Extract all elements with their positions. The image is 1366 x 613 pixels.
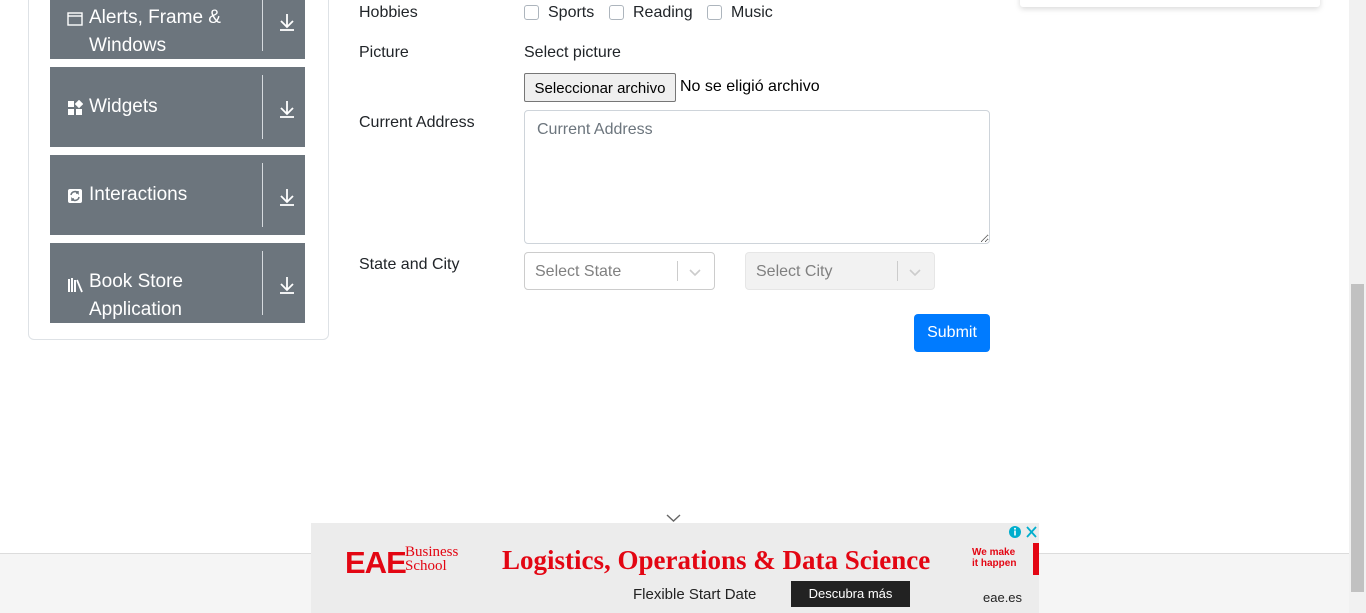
state-select-placeholder: Select State	[535, 263, 622, 280]
divider	[897, 261, 898, 281]
window-icon	[67, 11, 83, 27]
side-card	[1020, 0, 1320, 7]
scrollbar-thumb[interactable]	[1351, 284, 1364, 592]
adchoices-icon[interactable]	[1008, 525, 1038, 539]
current-address-input[interactable]	[524, 110, 990, 244]
page-scrollbar[interactable]	[1349, 0, 1366, 613]
city-select[interactable]: Select City	[745, 252, 935, 290]
ad-headline: Logistics, Operations & Data Science	[502, 545, 931, 575]
reading-label[interactable]: Reading	[633, 4, 693, 22]
ad-tagline: We make it happen	[972, 547, 1016, 569]
download-arrow-icon[interactable]	[278, 12, 296, 32]
choose-file-button[interactable]: Seleccionar archivo	[524, 73, 676, 102]
city-select-placeholder: Select City	[756, 263, 833, 280]
sidebar-group-label: Book Store Application	[89, 271, 183, 320]
ad-cta-button[interactable]: Descubra más	[791, 581, 910, 607]
download-arrow-icon[interactable]	[278, 99, 296, 119]
divider	[262, 0, 263, 51]
ad-subline: Flexible Start Date	[633, 586, 757, 603]
reading-checkbox[interactable]	[609, 5, 624, 20]
sidebar-group-interactions[interactable]: Interactions	[50, 155, 305, 235]
ad-tagline-line: We make	[972, 547, 1016, 558]
ad-tagline-line: it happen	[972, 558, 1017, 569]
submit-button[interactable]: Submit	[914, 314, 990, 352]
interactions-icon	[67, 188, 83, 204]
sports-checkbox[interactable]	[524, 5, 539, 20]
file-status: No se eligió archivo	[680, 78, 820, 95]
picture-hint: Select picture	[524, 44, 621, 61]
divider	[677, 261, 678, 281]
ad-accent-bar	[1033, 543, 1039, 575]
ad-brand-sub-line: School	[405, 558, 447, 574]
ad-brand-logo: EAE	[345, 545, 407, 580]
state-select[interactable]: Select State	[524, 252, 715, 290]
sidebar-group-alerts-frame-windows[interactable]: Alerts, Frame & Windows	[50, 0, 305, 59]
sidebar-group-label: Widgets	[89, 96, 158, 117]
state-city-label: State and City	[359, 256, 460, 273]
download-arrow-icon[interactable]	[278, 187, 296, 207]
download-arrow-icon[interactable]	[278, 275, 296, 295]
chevron-down-icon[interactable]	[688, 265, 702, 279]
divider	[262, 75, 263, 139]
sidebar-group-widgets[interactable]: Widgets	[50, 67, 305, 147]
ad-domain: eae.es	[983, 590, 1023, 605]
divider	[262, 251, 263, 315]
widgets-icon	[67, 99, 84, 116]
sports-label[interactable]: Sports	[548, 4, 594, 22]
divider	[262, 163, 263, 227]
music-label[interactable]: Music	[731, 4, 773, 22]
current-address-label: Current Address	[359, 114, 475, 131]
picture-label: Picture	[359, 44, 409, 61]
chevron-down-icon[interactable]	[666, 510, 681, 522]
sidebar-group-label: Interactions	[89, 184, 188, 205]
hobbies-label: Hobbies	[359, 4, 418, 21]
music-checkbox[interactable]	[707, 5, 722, 20]
ad-brand-subtitle: Business School	[405, 545, 458, 574]
sidebar-group-book-store-application[interactable]: Book Store Application	[50, 243, 305, 323]
sidebar-group-label: Alerts, Frame & Windows	[89, 7, 221, 56]
books-icon	[67, 277, 83, 293]
chevron-down-icon[interactable]	[908, 265, 922, 279]
ad-banner[interactable]: EAE Business School Logistics, Operation…	[311, 523, 1039, 613]
